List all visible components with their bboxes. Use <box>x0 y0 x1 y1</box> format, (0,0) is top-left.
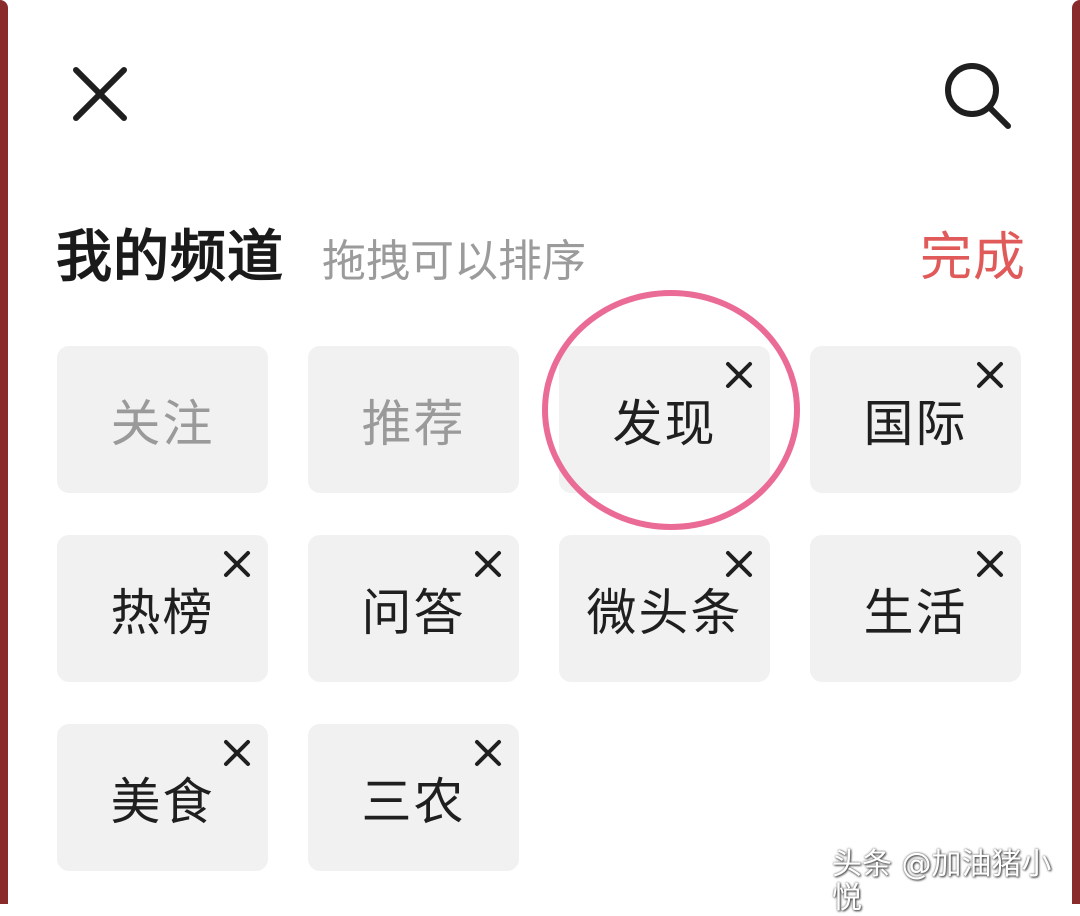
window-frame-right <box>1072 0 1080 904</box>
remove-icon[interactable] <box>222 549 252 579</box>
drag-sort-hint: 拖拽可以排序 <box>322 236 586 287</box>
channel-tile-qa[interactable]: 问答 <box>308 535 519 682</box>
channel-label: 热榜 <box>110 583 215 642</box>
channel-label: 发现 <box>612 394 717 453</box>
channel-tile-recommend[interactable]: 推荐 <box>308 346 519 493</box>
remove-icon[interactable] <box>473 549 503 579</box>
channel-tile-discover[interactable]: 发现 <box>559 346 770 493</box>
channel-tile-follow[interactable]: 关注 <box>57 346 268 493</box>
channel-label: 美食 <box>110 772 215 831</box>
channel-label: 问答 <box>361 583 466 642</box>
channel-label: 三农 <box>361 772 466 831</box>
channel-tile-international[interactable]: 国际 <box>810 346 1021 493</box>
channel-tile-food[interactable]: 美食 <box>57 724 268 871</box>
remove-icon[interactable] <box>975 360 1005 390</box>
remove-icon[interactable] <box>975 549 1005 579</box>
section-title: 我的频道 <box>56 225 284 290</box>
channel-label: 推荐 <box>361 394 466 453</box>
search-icon[interactable] <box>940 58 1012 130</box>
remove-icon[interactable] <box>724 549 754 579</box>
channel-label: 关注 <box>110 394 215 453</box>
remove-icon[interactable] <box>724 360 754 390</box>
remove-icon[interactable] <box>222 738 252 768</box>
close-icon[interactable] <box>64 58 136 130</box>
channel-label: 生活 <box>863 583 968 642</box>
channel-tile-life[interactable]: 生活 <box>810 535 1021 682</box>
channel-label: 微头条 <box>586 583 743 642</box>
channel-tile-micro-headlines[interactable]: 微头条 <box>559 535 770 682</box>
my-channels-header: 我的频道 拖拽可以排序 完成 <box>56 218 1026 298</box>
channel-tile-agriculture[interactable]: 三农 <box>308 724 519 871</box>
done-button[interactable]: 完成 <box>920 218 1026 298</box>
window-frame-left <box>0 0 8 904</box>
channel-tile-hot-list[interactable]: 热榜 <box>57 535 268 682</box>
watermark: 头条 @加油猪小悦 <box>832 847 1052 916</box>
channel-grid: 关注 推荐 发现 国际 热榜 问答 微头条 生活 美食 三农 <box>57 346 1021 871</box>
channel-label: 国际 <box>863 394 968 453</box>
remove-icon[interactable] <box>473 738 503 768</box>
